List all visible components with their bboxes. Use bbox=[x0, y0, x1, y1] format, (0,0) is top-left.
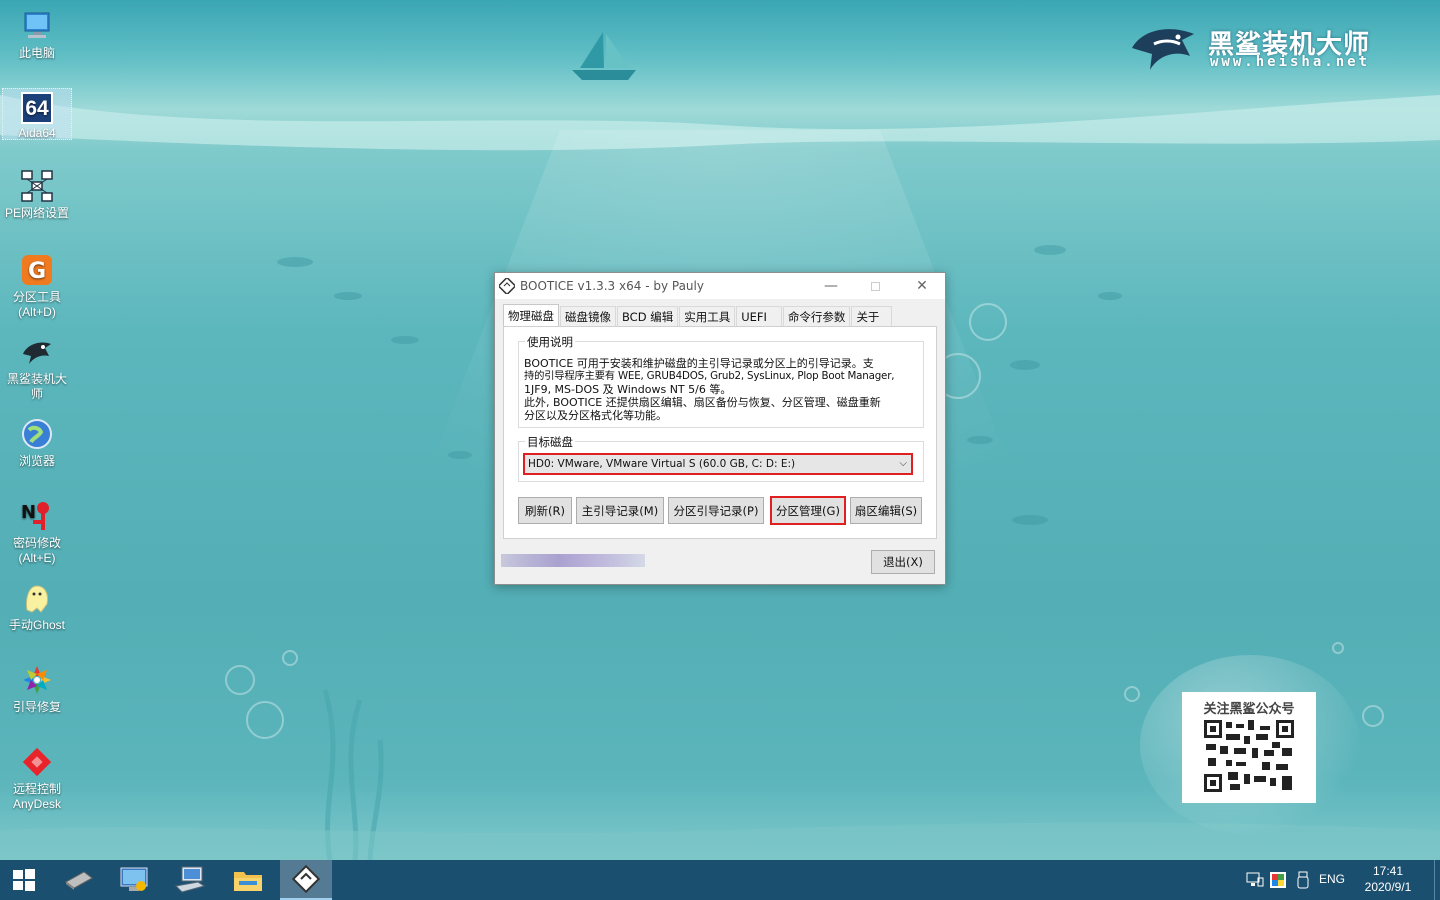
svg-text:N: N bbox=[21, 502, 36, 523]
qr-caption: 关注黑鲨公众号 bbox=[1203, 701, 1295, 716]
desktop-icon-label: 密码修改 (Alt+E) bbox=[12, 536, 61, 565]
desktop-icon-password[interactable]: N 密码修改 (Alt+E) bbox=[2, 498, 72, 566]
clock-time: 17:41 bbox=[1372, 864, 1404, 878]
sector-edit-button[interactable]: 扇区编辑(S) bbox=[850, 497, 922, 524]
usage-label: 使用说明 bbox=[525, 334, 575, 350]
hard-drive-icon bbox=[65, 871, 93, 890]
usage-line: 此外, BOOTICE 还提供扇区编辑、扇区备份与恢复、分区管理、磁盘重新 bbox=[524, 396, 881, 409]
refresh-button[interactable]: 刷新(R) bbox=[518, 497, 572, 524]
target-disk-value: HD0: VMware, VMware Virtual S (60.0 GB, … bbox=[528, 458, 796, 470]
window-title: BOOTICE v1.3.3 x64 - by Pauly bbox=[520, 279, 704, 293]
tab-about[interactable]: 关于 bbox=[851, 306, 893, 326]
qr-code-icon bbox=[1204, 720, 1294, 792]
boot-repair-icon bbox=[23, 666, 51, 694]
bootice-app-icon bbox=[292, 865, 320, 893]
desktop-icon-anydesk[interactable]: 远程控制 AnyDesk bbox=[2, 744, 72, 812]
desktop-icon-label: 远程控制 AnyDesk bbox=[12, 782, 62, 811]
parts-manage-button[interactable]: 分区管理(G) bbox=[770, 496, 846, 525]
desktop-icon-label: 黑鲨装机大 师 bbox=[6, 372, 67, 401]
windows-logo-icon bbox=[13, 869, 35, 891]
desktop-icon-aida64[interactable]: 64 Aida64 bbox=[2, 88, 72, 140]
target-disk-select[interactable]: HD0: VMware, VMware Virtual S (60.0 GB, … bbox=[523, 453, 913, 475]
desktop-icon-label: 引导修复 bbox=[12, 700, 61, 714]
language-indicator[interactable]: ENG bbox=[1319, 872, 1345, 886]
password-icon: N bbox=[21, 502, 49, 530]
taskbar-app-system[interactable] bbox=[112, 860, 156, 900]
desktop-icon-boot-repair[interactable]: 引导修复 bbox=[2, 662, 72, 715]
mbr-button[interactable]: 主引导记录(M) bbox=[576, 497, 664, 524]
color-tray-icon[interactable] bbox=[1270, 872, 1286, 888]
bootice-app-icon bbox=[499, 278, 515, 294]
anydesk-icon bbox=[22, 747, 52, 777]
keyboard-monitor-icon bbox=[174, 866, 206, 893]
desktop-icon-label: 手动Ghost bbox=[8, 618, 66, 632]
computer-icon bbox=[24, 12, 50, 38]
partition-tool-icon: G bbox=[22, 255, 52, 285]
taskbar-app-explorer[interactable] bbox=[224, 860, 272, 900]
tab-command-line[interactable]: 命令行参数 bbox=[782, 306, 851, 326]
taskbar: ENG 17:41 2020/9/1 bbox=[0, 860, 1440, 900]
tab-strip: 物理磁盘 磁盘镜像 BCD 编辑 实用工具 UEFI 命令行参数 关于 bbox=[503, 304, 893, 326]
desktop-icon-browser[interactable]: 浏览器 bbox=[2, 416, 72, 469]
taskbar-app-bootice[interactable] bbox=[280, 860, 332, 900]
qr-card: 关注黑鲨公众号 bbox=[1182, 692, 1316, 803]
chevron-down-icon: ⌵ bbox=[899, 458, 907, 469]
maximize-icon bbox=[870, 281, 880, 291]
pbr-button[interactable]: 分区引导记录(P) bbox=[668, 497, 764, 524]
desktop-icon-label: Aida64 bbox=[18, 126, 56, 140]
desktop-icon-label: 此电脑 bbox=[18, 46, 55, 60]
maximize-button[interactable] bbox=[853, 273, 897, 299]
sailboat-icon bbox=[572, 32, 636, 80]
progress-bar bbox=[501, 554, 645, 567]
tab-physical-disk[interactable]: 物理磁盘 bbox=[503, 304, 559, 326]
usage-description: BOOTICE 可用于安装和维护磁盘的主引导记录或分区上的引导记录。支 持的引导… bbox=[524, 357, 914, 422]
svg-text:G: G bbox=[28, 259, 46, 284]
desktop-icon-heisha[interactable]: 黑鲨装机大 师 bbox=[2, 334, 72, 402]
tab-bcd-edit[interactable]: BCD 编辑 bbox=[617, 306, 679, 326]
clock[interactable]: 17:41 2020/9/1 bbox=[1356, 863, 1420, 895]
start-button[interactable] bbox=[0, 860, 48, 900]
desktop-icon-label: PE网络设置 bbox=[4, 206, 69, 220]
desktop-icon-pe-network[interactable]: PE网络设置 bbox=[2, 168, 72, 221]
tab-uefi[interactable]: UEFI bbox=[736, 306, 782, 326]
aida64-icon: 64 bbox=[21, 92, 53, 124]
show-desktop-button[interactable] bbox=[1434, 860, 1440, 900]
close-button[interactable]: ✕ bbox=[900, 273, 944, 299]
monitor-tools-icon bbox=[120, 867, 148, 891]
tab-panel-physical-disk: 使用说明 BOOTICE 可用于安装和维护磁盘的主引导记录或分区上的引导记录。支… bbox=[503, 326, 937, 539]
shark-icon bbox=[23, 342, 51, 364]
target-disk-label: 目标磁盘 bbox=[525, 434, 575, 450]
brand-url: www.heisha.net bbox=[1210, 54, 1371, 70]
usage-line: 1JF9, MS-DOS 及 Windows NT 5/6 等。 bbox=[524, 383, 732, 396]
brand-logo: 黑鲨装机大师 www.heisha.net bbox=[1128, 18, 1398, 78]
close-icon: ✕ bbox=[916, 278, 928, 294]
desktop-icon-ghost[interactable]: 手动Ghost bbox=[2, 580, 72, 633]
network-tray-icon[interactable] bbox=[1246, 872, 1264, 888]
usage-groupbox: 使用说明 BOOTICE 可用于安装和维护磁盘的主引导记录或分区上的引导记录。支… bbox=[518, 334, 924, 428]
usage-line: 持的引导程序主要有 WEE, GRUB4DOS, Grub2, SysLinux… bbox=[524, 370, 895, 382]
usage-line: 分区以及分区格式化等功能。 bbox=[524, 409, 667, 422]
desktop-icon-this-pc[interactable]: 此电脑 bbox=[2, 8, 72, 61]
taskbar-app-disk[interactable] bbox=[56, 860, 100, 900]
minimize-button[interactable]: — bbox=[809, 273, 853, 299]
exit-button[interactable]: 退出(X) bbox=[871, 550, 935, 574]
target-disk-groupbox: 目标磁盘 HD0: VMware, VMware Virtual S (60.0… bbox=[518, 434, 924, 482]
minimize-icon: — bbox=[824, 278, 838, 294]
shark-logo-icon bbox=[1132, 29, 1194, 70]
usb-tray-icon[interactable] bbox=[1296, 871, 1310, 889]
taskbar-app-keyboard[interactable] bbox=[168, 860, 212, 900]
clock-date: 2020/9/1 bbox=[1364, 880, 1412, 894]
bootice-dialog: BOOTICE v1.3.3 x64 - by Pauly — ✕ 物理磁盘 磁… bbox=[494, 272, 946, 585]
tab-disk-image[interactable]: 磁盘镜像 bbox=[560, 306, 616, 326]
ghost-icon bbox=[26, 585, 48, 613]
desktop-icon-label: 分区工具 (Alt+D) bbox=[12, 290, 61, 319]
folder-icon bbox=[234, 872, 262, 891]
title-bar[interactable]: BOOTICE v1.3.3 x64 - by Pauly — ✕ bbox=[495, 273, 945, 299]
tab-utilities[interactable]: 实用工具 bbox=[679, 306, 736, 326]
network-icon bbox=[21, 170, 53, 202]
desktop-icon-label: 浏览器 bbox=[18, 454, 55, 468]
usage-line: BOOTICE 可用于安装和维护磁盘的主引导记录或分区上的引导记录。支 bbox=[524, 357, 874, 370]
browser-icon bbox=[22, 419, 52, 449]
desktop-icon-partition-tool[interactable]: G 分区工具 (Alt+D) bbox=[2, 252, 72, 320]
